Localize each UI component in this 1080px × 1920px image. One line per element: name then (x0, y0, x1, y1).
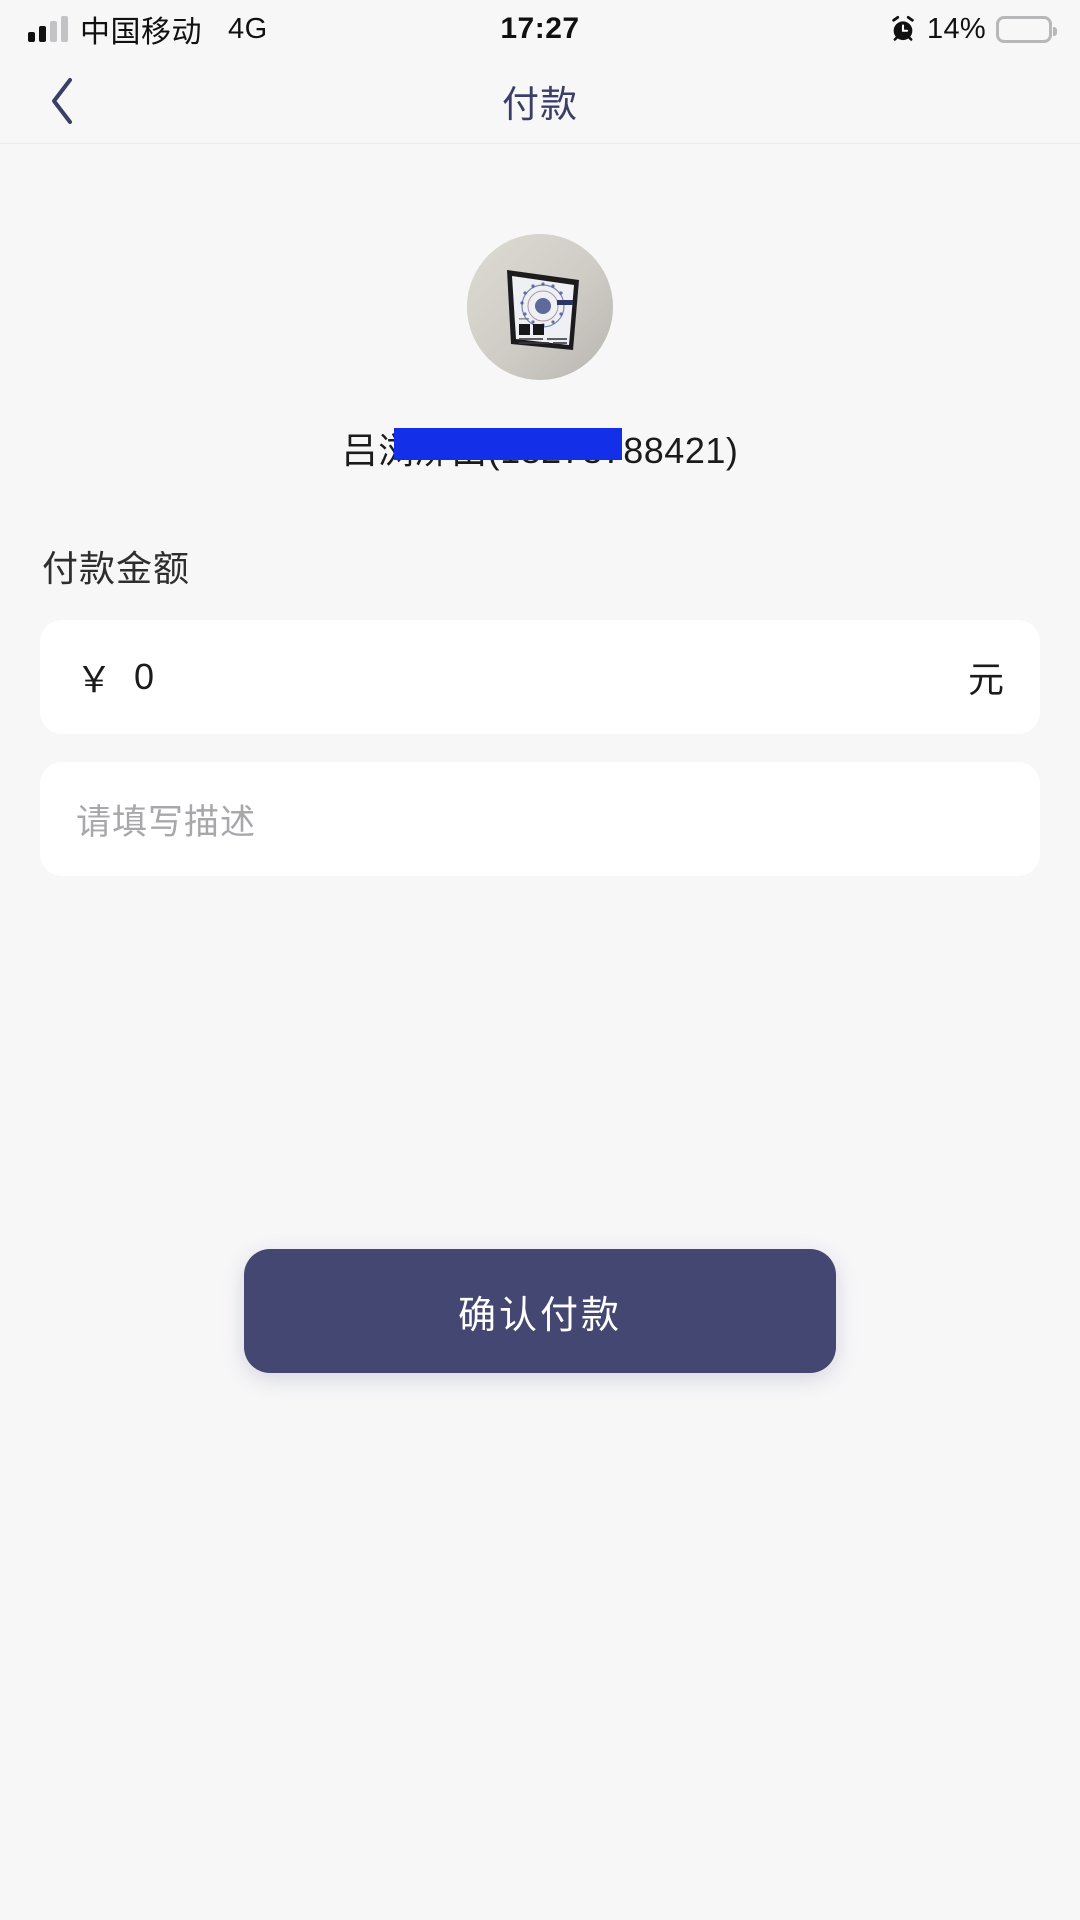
payee-avatar-photo (467, 234, 613, 380)
redaction-bar (393, 428, 622, 460)
amount-section-label: 付款金额 (42, 548, 191, 589)
amount-input-value[interactable]: 0 (134, 656, 154, 698)
payment-page: 吕浏泖由(18278788421) 付款金额 ￥ 0 元 请填写描述 确认付款 (0, 144, 1080, 1920)
status-bar-clock: 17:27 (500, 12, 580, 45)
chevron-left-icon (52, 77, 72, 124)
page-title: 付款 (502, 83, 578, 125)
status-bar: 中国移动 4G 17:27 14% (0, 0, 1080, 58)
payee-block: 吕浏泖由(18278788421) (0, 144, 1080, 474)
description-placeholder[interactable]: 请填写描述 (76, 794, 256, 845)
battery-low-icon (996, 15, 1057, 43)
payee-name: 吕浏泖由(18278788421) (342, 422, 739, 474)
description-input-field[interactable]: 请填写描述 (40, 762, 1040, 876)
confirm-button-wrap: 确认付款 (0, 1249, 1080, 1373)
nav-bar: 付款 (0, 58, 1080, 144)
amount-input-field[interactable]: ￥ 0 元 (40, 620, 1040, 734)
back-button[interactable] (22, 61, 102, 141)
confirm-payment-button[interactable]: 确认付款 (244, 1249, 836, 1373)
amount-unit-label: 元 (967, 659, 1004, 700)
currency-symbol: ￥ (76, 659, 113, 700)
